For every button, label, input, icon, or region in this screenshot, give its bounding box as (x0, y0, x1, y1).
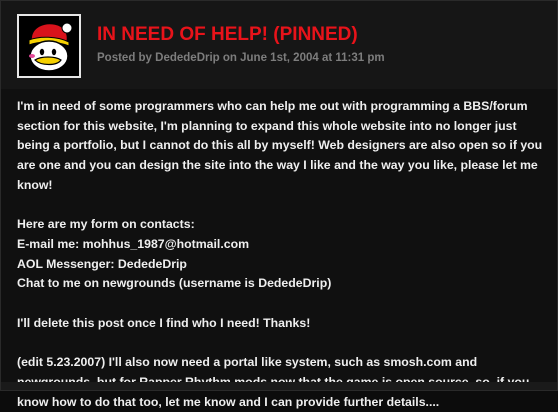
post-title: IN NEED OF HELP! (PINNED) (97, 24, 358, 45)
contacts-heading: Here are my form on contacts: (17, 217, 195, 232)
avatar (17, 14, 81, 78)
post-meta: Posted by DededeDrip on June 1st, 2004 a… (97, 52, 385, 64)
dedede-avatar-icon (28, 22, 73, 72)
contact-email: E-mail me: mohhus_1987@hotmail.com (17, 236, 250, 251)
body-paragraph-delete: I'll delete this post once I find who I … (17, 315, 311, 330)
body-paragraph-intro: I'm in need of some programmers who can … (17, 99, 543, 192)
post-container: IN NEED OF HELP! (PINNED) Posted by Dede… (0, 0, 558, 409)
post-footer-strip (1, 382, 557, 390)
post-body: I'm in need of some programmers who can … (17, 97, 547, 412)
contact-newgrounds: Chat to me on newgrounds (username is De… (17, 276, 332, 291)
post-header: IN NEED OF HELP! (PINNED) Posted by Dede… (1, 1, 557, 89)
contact-aol: AOL Messenger: DededeDrip (17, 256, 187, 271)
